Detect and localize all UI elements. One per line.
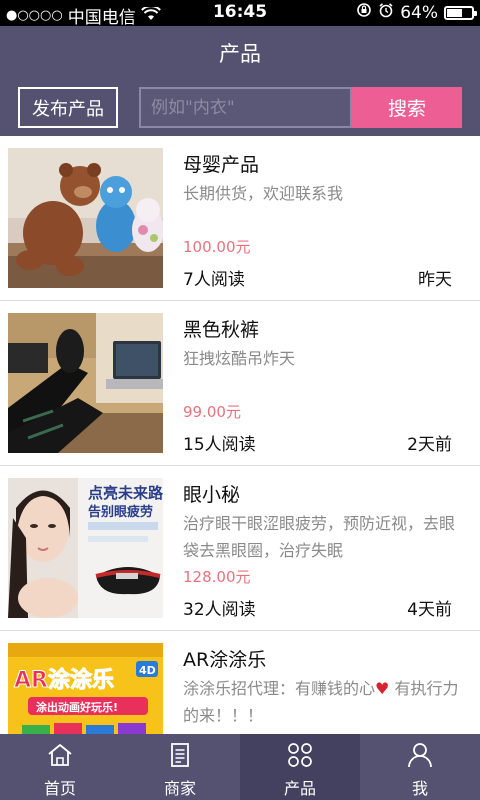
product-desc-part-1: 涂涂乐招代理：有赚钱的心 bbox=[183, 679, 376, 698]
ar-image-text-3: 4D bbox=[139, 664, 156, 677]
product-desc: 治疗眼干眼涩眼疲劳，预防近视，去眼袋去黑眼圈，治疗失眠 bbox=[183, 514, 456, 560]
tab-label: 首页 bbox=[43, 779, 76, 798]
product-image-teddy-bears bbox=[8, 148, 163, 288]
tab-label: 我 bbox=[411, 779, 428, 798]
product-reads: 15人阅读 bbox=[183, 435, 256, 455]
product-desc: 涂涂乐招代理：有赚钱的心♥ 有执行力的来！！！ bbox=[183, 675, 468, 729]
product-item[interactable]: 点亮未来路 告别眼疲劳 眼小秘 治疗眼干眼涩眼疲劳，预防近视，去眼袋去黑眼圈，治… bbox=[0, 466, 480, 631]
heart-icon: ♥ bbox=[375, 679, 390, 698]
grid-icon bbox=[286, 739, 314, 771]
search-input[interactable] bbox=[139, 87, 352, 128]
eye-mask-image-text-2: 告别眼疲劳 bbox=[88, 504, 153, 520]
tab-bar: 首页 商家 产品 我 bbox=[0, 734, 480, 800]
tab-products[interactable]: 产品 bbox=[240, 734, 360, 800]
publish-product-button[interactable]: 发布产品 bbox=[18, 87, 118, 128]
product-desc: 狂拽炫酷吊炸天 bbox=[183, 349, 296, 368]
tab-label: 产品 bbox=[283, 779, 316, 798]
tab-merchants[interactable]: 商家 bbox=[120, 734, 240, 800]
document-icon bbox=[166, 739, 194, 771]
page-title: 产品 bbox=[219, 42, 261, 66]
product-price: 128.00元 bbox=[183, 568, 251, 586]
product-title: AR涂涂乐 bbox=[183, 649, 267, 671]
user-icon bbox=[406, 739, 434, 771]
product-item[interactable]: 黑色秋裤 狂拽炫酷吊炸天 99.00元 15人阅读 2天前 bbox=[0, 301, 480, 466]
product-title: 黑色秋裤 bbox=[183, 319, 260, 341]
search-bar: 发布产品 搜索 bbox=[0, 80, 480, 136]
product-image-eye-mask: 点亮未来路 告别眼疲劳 bbox=[8, 478, 163, 618]
search-button[interactable]: 搜索 bbox=[352, 87, 462, 128]
product-title: 眼小秘 bbox=[183, 484, 241, 506]
battery-level bbox=[447, 8, 463, 17]
product-title: 母婴产品 bbox=[183, 154, 260, 176]
product-item[interactable]: 母婴产品 长期供货，欢迎联系我 100.00元 7人阅读 昨天 bbox=[0, 136, 480, 301]
product-reads: 7人阅读 bbox=[183, 270, 245, 290]
battery-icon bbox=[444, 5, 477, 20]
product-date: 2天前 bbox=[407, 435, 452, 455]
status-bar: ●○○○○ 中国电信 16:45 64% bbox=[0, 0, 480, 28]
product-item[interactable]: AR涂涂乐 4D 涂出动画好玩乐! AR涂涂乐 涂涂乐招代理：有赚钱的心♥ 有执… bbox=[0, 631, 480, 734]
nav-bar: 产品 bbox=[0, 26, 480, 80]
product-price: 99.00元 bbox=[183, 403, 241, 421]
product-date: 4天前 bbox=[407, 600, 452, 620]
tab-home[interactable]: 首页 bbox=[0, 734, 120, 800]
status-right: 64% bbox=[356, 2, 477, 23]
home-icon bbox=[46, 739, 74, 771]
eye-mask-image-text-1: 点亮未来路 bbox=[88, 484, 163, 502]
alarm-icon bbox=[378, 2, 394, 23]
product-reads: 32人阅读 bbox=[183, 600, 256, 620]
tab-me[interactable]: 我 bbox=[360, 734, 480, 800]
battery-percent: 64% bbox=[400, 2, 438, 23]
rotation-lock-icon bbox=[356, 2, 372, 23]
ar-image-text-2: 涂出动画好玩乐! bbox=[36, 700, 118, 714]
ar-image-text-1: AR涂涂乐 bbox=[14, 667, 114, 693]
product-image-black-pants bbox=[8, 313, 163, 453]
product-image-ar-coloring: AR涂涂乐 4D 涂出动画好玩乐! bbox=[8, 643, 163, 734]
product-price: 100.00元 bbox=[183, 238, 251, 256]
product-date: 昨天 bbox=[418, 270, 452, 290]
product-desc: 长期供货，欢迎联系我 bbox=[183, 184, 344, 203]
tab-label: 商家 bbox=[163, 779, 196, 798]
product-list: 母婴产品 长期供货，欢迎联系我 100.00元 7人阅读 昨天 黑色秋裤 狂拽炫… bbox=[0, 136, 480, 734]
